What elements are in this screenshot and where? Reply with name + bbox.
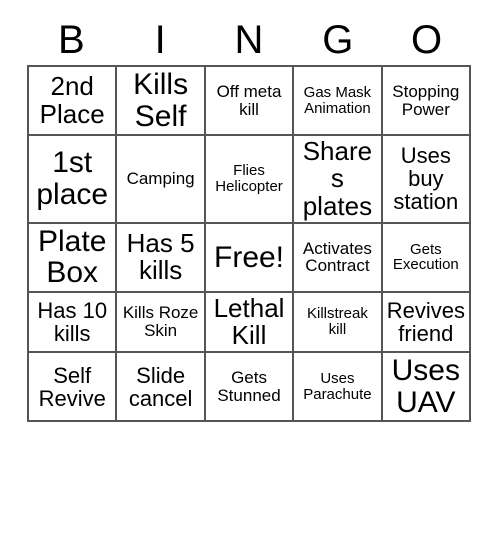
bingo-cell[interactable]: Lethal Kill xyxy=(206,292,295,352)
bingo-header-letter-n: N xyxy=(234,17,264,62)
bingo-cell[interactable]: Shares plates xyxy=(294,136,383,222)
bingo-cell-label: Has 5 kills xyxy=(126,228,195,286)
bingo-cell[interactable]: Kills Self xyxy=(117,67,206,134)
bingo-cell-label: 1st place xyxy=(36,146,109,211)
bingo-cell[interactable]: Flies Helicopter xyxy=(206,136,295,222)
bingo-cell[interactable]: Uses buy station xyxy=(383,136,469,222)
bingo-cell-label: Uses UAV xyxy=(391,354,460,419)
bingo-row: Self Revive Slide cancel Gets Stunned Us… xyxy=(29,353,469,421)
bingo-grid: 2nd Place Kills Self Off meta kill Gas M… xyxy=(27,65,471,423)
bingo-cell[interactable]: Revives friend xyxy=(383,293,469,352)
bingo-cell-label: Gas Mask Animation xyxy=(303,83,372,117)
bingo-cell[interactable]: Stopping Power xyxy=(383,67,469,134)
bingo-row: Has 10 kills Kills Roze Skin Lethal Kill… xyxy=(29,292,469,354)
bingo-cell-label: Gets Stunned xyxy=(217,368,281,405)
bingo-cell-label: Kills Self xyxy=(133,68,189,133)
bingo-cell-label: Uses buy station xyxy=(393,143,459,215)
bingo-cell[interactable]: Kills Roze Skin xyxy=(117,292,206,352)
bingo-cell-label: 2nd Place xyxy=(39,71,105,129)
bingo-cell-free[interactable]: Free! xyxy=(206,223,295,291)
bingo-header-letter-i: I xyxy=(154,17,166,62)
bingo-cell-label: Stopping Power xyxy=(392,81,460,119)
bingo-cell-label: Lethal Kill xyxy=(213,292,285,351)
bingo-cell[interactable]: Uses Parachute xyxy=(294,353,383,421)
bingo-cell[interactable]: Camping xyxy=(117,136,206,222)
bingo-cell-label: Revives friend xyxy=(386,298,465,347)
bingo-header-letter-b: B xyxy=(58,17,85,62)
bingo-cell[interactable]: Activates Contract xyxy=(294,223,383,291)
bingo-cell-label: Shares plates xyxy=(302,136,373,221)
bingo-cell-label: Gets Execution xyxy=(392,240,459,274)
bingo-cell[interactable]: 1st place xyxy=(29,136,118,222)
bingo-cell[interactable]: Has 10 kills xyxy=(29,292,118,352)
bingo-header: B I N G O xyxy=(27,14,471,65)
bingo-cell[interactable]: 2nd Place xyxy=(29,67,118,134)
bingo-header-letter-g: G xyxy=(322,17,354,62)
bingo-header-letter-o: O xyxy=(411,17,443,62)
bingo-cell-label: Off meta kill xyxy=(216,81,282,119)
bingo-cell[interactable]: Gets Stunned xyxy=(206,353,295,421)
bingo-cell-label: Activates Contract xyxy=(302,238,372,276)
bingo-card: B I N G O 2nd Place Kills Self Off meta … xyxy=(27,14,471,423)
bingo-cell[interactable]: Gets Execution xyxy=(383,224,469,291)
bingo-cell-label: Self Revive xyxy=(38,362,106,411)
bingo-cell-label: Killstreak kill xyxy=(306,305,368,339)
bingo-cell-label: Kills Roze Skin xyxy=(122,303,199,341)
bingo-cell-label: Free! xyxy=(214,240,285,274)
bingo-cell[interactable]: Killstreak kill xyxy=(294,292,383,352)
bingo-cell[interactable]: Self Revive xyxy=(29,353,118,421)
bingo-cell[interactable]: Off meta kill xyxy=(206,67,295,134)
bingo-cell-label: Has 10 kills xyxy=(37,298,108,347)
bingo-cell-label: Uses Parachute xyxy=(303,370,372,403)
bingo-row: 1st place Camping Flies Helicopter Share… xyxy=(29,136,469,224)
bingo-cell[interactable]: Plate Box xyxy=(29,223,118,291)
bingo-row: 2nd Place Kills Self Off meta kill Gas M… xyxy=(29,67,469,136)
bingo-cell[interactable]: Slide cancel xyxy=(117,353,206,421)
bingo-cell[interactable]: Has 5 kills xyxy=(117,223,206,291)
bingo-cell[interactable]: Gas Mask Animation xyxy=(294,67,383,134)
bingo-row: Plate Box Has 5 kills Free! Activates Co… xyxy=(29,223,469,293)
bingo-cell-label: Flies Helicopter xyxy=(215,162,283,195)
bingo-cell-label: Camping xyxy=(126,169,195,189)
bingo-cell[interactable]: Uses UAV xyxy=(383,353,469,420)
bingo-cell-label: Slide cancel xyxy=(128,362,193,411)
bingo-cell-label: Plate Box xyxy=(38,224,107,290)
